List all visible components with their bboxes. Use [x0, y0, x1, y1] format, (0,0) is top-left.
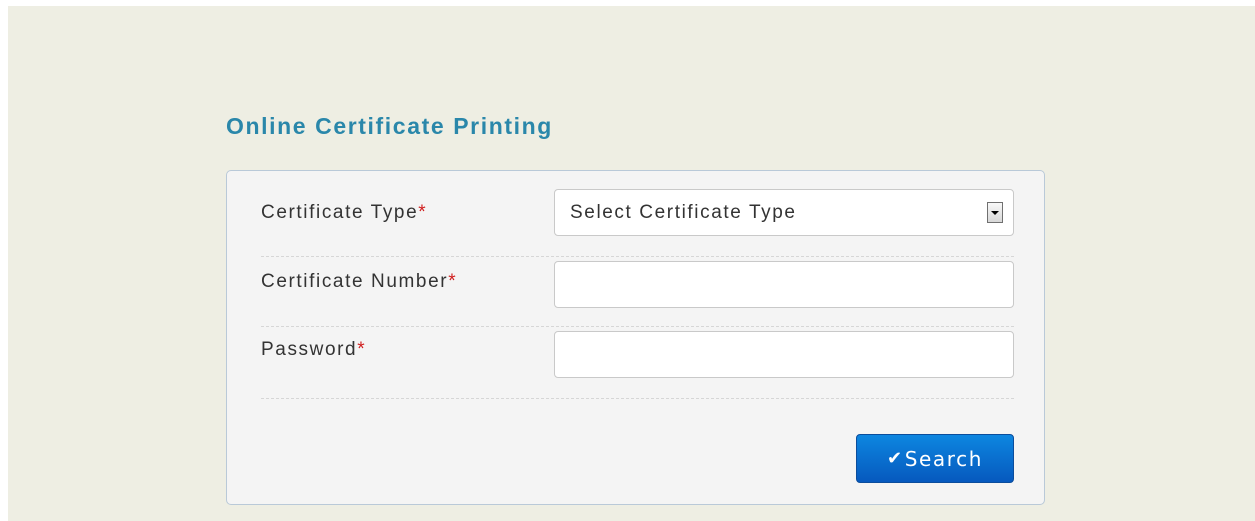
search-button[interactable]: ✔ Search	[856, 434, 1014, 483]
divider	[261, 398, 1014, 399]
certificate-type-selected-value: Select Certificate Type	[570, 202, 797, 223]
certificate-number-label-text: Certificate Number	[261, 271, 449, 292]
certificate-number-row: Certificate Number*	[261, 255, 1014, 315]
certificate-form: Certificate Type* Select Certificate Typ…	[226, 170, 1045, 505]
certificate-number-input[interactable]	[554, 261, 1014, 308]
required-mark: *	[357, 339, 367, 360]
check-icon: ✔	[887, 448, 904, 469]
certificate-type-label-text: Certificate Type	[261, 202, 419, 223]
password-label: Password*	[261, 339, 366, 361]
password-label-text: Password	[261, 339, 358, 360]
search-button-label: Search	[904, 446, 983, 471]
required-mark: *	[448, 271, 458, 292]
certificate-number-label: Certificate Number*	[261, 271, 457, 293]
password-row: Password*	[261, 325, 1014, 385]
required-mark: *	[418, 202, 428, 223]
password-input[interactable]	[554, 331, 1014, 378]
certificate-type-select[interactable]: Select Certificate Type	[554, 189, 1014, 236]
page-title: Online Certificate Printing	[226, 113, 553, 139]
certificate-type-label: Certificate Type*	[261, 202, 427, 224]
dropdown-arrow-icon[interactable]	[987, 202, 1003, 223]
certificate-type-row: Certificate Type* Select Certificate Typ…	[261, 183, 1014, 249]
